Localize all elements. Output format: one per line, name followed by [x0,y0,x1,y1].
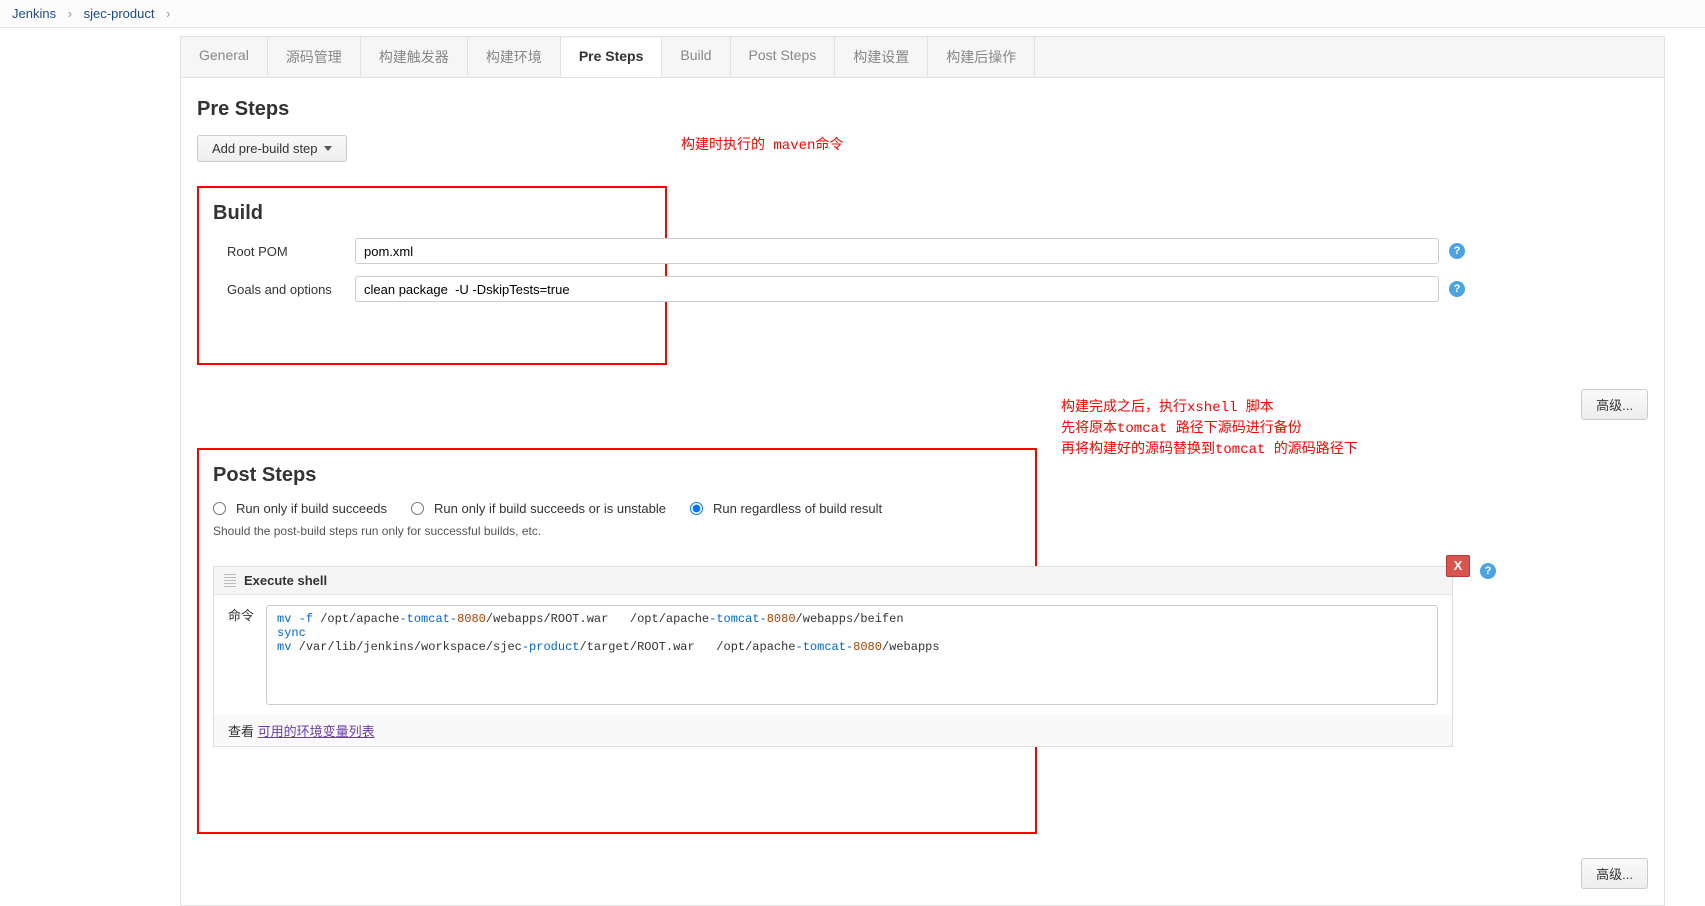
tab-build-settings[interactable]: 构建设置 [835,37,928,77]
breadcrumb-separator: › [166,6,170,21]
drag-handle-icon[interactable] [224,574,236,588]
breadcrumb-project[interactable]: sjec-product [84,6,155,21]
post-steps-radio-group: Run only if build succeeds Run only if b… [213,501,1021,516]
goals-label: Goals and options [205,282,355,297]
radio-regardless[interactable] [690,502,703,515]
annotation-post-line1: 构建完成之后，执行xshell 脚本 [1061,400,1274,416]
tab-post-steps[interactable]: Post Steps [731,37,836,77]
config-tabs: General 源码管理 构建触发器 构建环境 Pre Steps Build … [180,36,1665,77]
root-pom-label: Root POM [205,244,355,259]
shell-command-label: 命令 [228,605,254,624]
root-pom-input[interactable] [355,238,1439,264]
shell-command-textarea[interactable]: mv -f /opt/apache-tomcat-8080/webapps/RO… [266,605,1438,705]
annotation-maven: 构建时执行的 maven命令 [681,134,843,154]
env-vars-link[interactable]: 可用的环境变量列表 [258,724,375,739]
caret-down-icon [324,146,332,151]
goals-input[interactable] [355,276,1439,302]
tab-build[interactable]: Build [662,37,730,77]
tab-general[interactable]: General [181,37,268,77]
breadcrumb: Jenkins › sjec-product › [0,0,1705,28]
delete-shell-button[interactable]: X [1446,555,1470,577]
build-title: Build [213,202,651,225]
env-vars-prefix: 查看 [228,724,258,739]
radio-unstable-label[interactable]: Run only if build succeeds or is unstabl… [434,501,666,516]
help-icon[interactable]: ? [1449,243,1465,259]
annotation-post-line3: 再将构建好的源码替换到tomcat 的源码路径下 [1061,442,1358,458]
tab-post-build[interactable]: 构建后操作 [928,37,1035,77]
add-pre-build-step-button[interactable]: Add pre-build step [197,135,347,162]
shell-header: Execute shell [214,567,1452,595]
radio-succeeds-label[interactable]: Run only if build succeeds [236,501,387,516]
tab-triggers[interactable]: 构建触发器 [361,37,468,77]
help-icon[interactable]: ? [1480,563,1496,579]
post-steps-advanced-button[interactable]: 高级... [1581,858,1648,889]
breadcrumb-root[interactable]: Jenkins [12,6,56,21]
tab-build-env[interactable]: 构建环境 [468,37,561,77]
annotation-post-line2: 先将原本tomcat 路径下源码进行备份 [1061,421,1302,437]
pre-steps-title: Pre Steps [197,98,1648,121]
breadcrumb-separator: › [68,6,72,21]
build-advanced-button[interactable]: 高级... [1581,389,1648,420]
help-icon[interactable]: ? [1449,281,1465,297]
radio-unstable[interactable] [411,502,424,515]
radio-regardless-label[interactable]: Run regardless of build result [713,501,882,516]
radio-succeeds[interactable] [213,502,226,515]
post-steps-hint: Should the post-build steps run only for… [213,524,1021,538]
post-steps-title: Post Steps [213,464,1021,487]
tab-pre-steps[interactable]: Pre Steps [561,38,663,78]
tab-scm[interactable]: 源码管理 [268,37,361,77]
